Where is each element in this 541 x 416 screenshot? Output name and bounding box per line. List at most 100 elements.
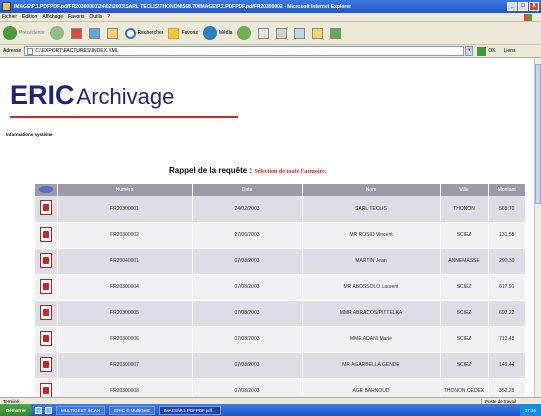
pdf-cell[interactable] xyxy=(35,222,58,249)
menu-fichier[interactable]: Fichier xyxy=(2,14,17,20)
cell-ville: ANNEMASSE xyxy=(440,248,489,275)
pdf-cell[interactable] xyxy=(35,300,58,327)
cell-montant: 692.22 xyxy=(488,300,526,327)
pdf-icon[interactable] xyxy=(39,304,52,320)
address-label: Adresse xyxy=(3,48,22,54)
address-dropdown-button[interactable]: ▼ xyxy=(465,46,474,56)
forward-arrow-icon xyxy=(49,26,64,40)
cell-ville: SCIEZ xyxy=(440,352,489,379)
go-arrow-icon xyxy=(477,46,487,56)
cell-numero: FR20300001 xyxy=(57,196,193,223)
status-zone: Poste de travail xyxy=(481,398,541,404)
column-date[interactable]: Date xyxy=(192,184,303,196)
cell-date: 07/08/2003 xyxy=(192,326,303,353)
search-button[interactable]: Rechercher xyxy=(124,27,163,39)
pdf-icon[interactable] xyxy=(39,252,52,268)
stop-button[interactable] xyxy=(70,27,84,39)
mail-icon xyxy=(258,27,270,39)
go-label: OK xyxy=(488,48,496,54)
favorites-button[interactable]: Favoris xyxy=(168,27,198,39)
pdf-icon[interactable] xyxy=(39,330,52,346)
clock: 17:36 xyxy=(524,407,536,413)
column-nom[interactable]: Nom xyxy=(302,184,441,196)
menu-outils[interactable]: Outils xyxy=(89,14,102,20)
column-montant[interactable]: Montant xyxy=(488,184,526,196)
column-numero[interactable]: Numéro xyxy=(57,184,193,196)
edit-button[interactable] xyxy=(294,27,307,39)
column-ville[interactable]: Ville xyxy=(440,184,489,196)
pdf-icon[interactable] xyxy=(39,226,52,242)
go-button[interactable]: OK xyxy=(477,46,496,56)
minimize-button[interactable]: _ xyxy=(507,2,517,11)
cell-ville: SCIEZ xyxy=(440,300,489,327)
table-row: FR20040001 07/08/2003 MARTIN Jean ANNEMA… xyxy=(35,248,526,275)
search-icon xyxy=(124,27,136,39)
edit-icon xyxy=(294,27,306,39)
pdf-icon[interactable] xyxy=(39,356,52,372)
close-button[interactable]: X xyxy=(529,2,539,11)
cell-date: 24/02/2003 xyxy=(192,196,303,223)
sysinfo-link[interactable]: Informations système xyxy=(6,132,53,137)
table-row: FR20300002 27/06/2003 MR ROSIO Vincent S… xyxy=(35,222,526,249)
forward-button[interactable] xyxy=(49,26,66,40)
history-button[interactable] xyxy=(237,26,253,40)
menu-affichage[interactable]: Affichage xyxy=(42,14,63,20)
refresh-button[interactable] xyxy=(88,27,102,39)
pdf-icon[interactable] xyxy=(39,278,52,294)
windows-logo-icon xyxy=(524,14,532,21)
pdf-icon[interactable] xyxy=(39,200,52,216)
cell-nom: AGE BARNOUD xyxy=(302,378,441,397)
quicklaunch-desktop-icon[interactable] xyxy=(45,406,53,414)
task-eric-multigest[interactable]: ERIC © MultiGest xyxy=(109,405,155,415)
cell-nom: MR ABOSSOLO Laurent xyxy=(302,274,441,301)
history-icon xyxy=(237,26,252,40)
cell-numero: FR20300004 xyxy=(57,274,193,301)
logo-bold: ERIC xyxy=(10,80,75,110)
media-icon xyxy=(202,26,217,40)
pdf-cell[interactable] xyxy=(35,326,58,353)
table-header-row: Numéro Date Nom Ville Montant xyxy=(35,184,526,196)
status-bar: Terminé Poste de travail xyxy=(0,397,541,404)
media-button[interactable]: Média xyxy=(202,26,232,40)
cell-numero: FR20300005 xyxy=(57,300,193,327)
print-button[interactable] xyxy=(276,27,289,39)
cell-ville: THONON CEDEX xyxy=(440,378,489,397)
task-multigest-scan[interactable]: MULTIGEST SCAN xyxy=(56,405,106,415)
page-content: ERIC Archivage Informations système Rapp… xyxy=(0,58,534,397)
maximize-button[interactable]: □ xyxy=(518,2,528,11)
back-button[interactable]: Précédente xyxy=(3,26,45,40)
quicklaunch-ie-icon[interactable] xyxy=(35,406,43,414)
start-button[interactable]: Démarrer xyxy=(0,404,33,416)
menu-favoris[interactable]: Favoris xyxy=(68,14,84,20)
pdf-cell[interactable] xyxy=(35,378,58,397)
pdf-cell[interactable] xyxy=(35,196,58,223)
pdf-cell[interactable] xyxy=(35,352,58,379)
vertical-scrollbar[interactable] xyxy=(534,58,541,397)
favorites-label: Favoris xyxy=(181,30,198,36)
menu-edition[interactable]: Edition xyxy=(22,14,37,20)
cell-numero: FR20300002 xyxy=(57,222,193,249)
cell-nom: SARL TECLIS xyxy=(302,196,441,223)
task-ie-window[interactable]: IMAGE\P.1.PDFPDF.pdf... xyxy=(158,405,221,415)
messenger-icon xyxy=(330,27,342,39)
address-value: C:\EXPORT\FACTURES\INDEX.XML xyxy=(35,48,119,54)
table-row: FR20300008 07/08/2003 AGE BARNOUD THONON… xyxy=(35,378,526,397)
messenger-button[interactable] xyxy=(330,27,343,39)
window-titlebar[interactable]: IMAGE\P.1.PDFPDF.pdfFR20300001\24\02\200… xyxy=(0,0,541,13)
pdf-cell[interactable] xyxy=(35,248,58,275)
table-row: FR20300007 07/08/2003 MR AGARBELLA GENDE… xyxy=(35,352,526,379)
pdf-cell[interactable] xyxy=(35,274,58,301)
mail-button[interactable] xyxy=(258,27,271,39)
cell-ville: THONON xyxy=(440,196,489,223)
folder-button[interactable] xyxy=(312,27,325,39)
home-button[interactable] xyxy=(106,27,120,39)
menu-bar: Fichier Edition Affichage Favoris Outils… xyxy=(0,13,541,22)
cell-nom: MARTIN Jean xyxy=(302,248,441,275)
links-button[interactable]: Liens xyxy=(504,48,516,54)
address-input[interactable]: C:\EXPORT\FACTURES\INDEX.XML xyxy=(24,46,465,56)
scrollbar-thumb[interactable] xyxy=(535,64,541,204)
menu-help[interactable]: ? xyxy=(107,14,110,20)
cell-nom: MR ROSIO Vincent xyxy=(302,222,441,249)
cell-date: 07/08/2003 xyxy=(192,274,303,301)
pdf-icon[interactable] xyxy=(39,382,52,397)
